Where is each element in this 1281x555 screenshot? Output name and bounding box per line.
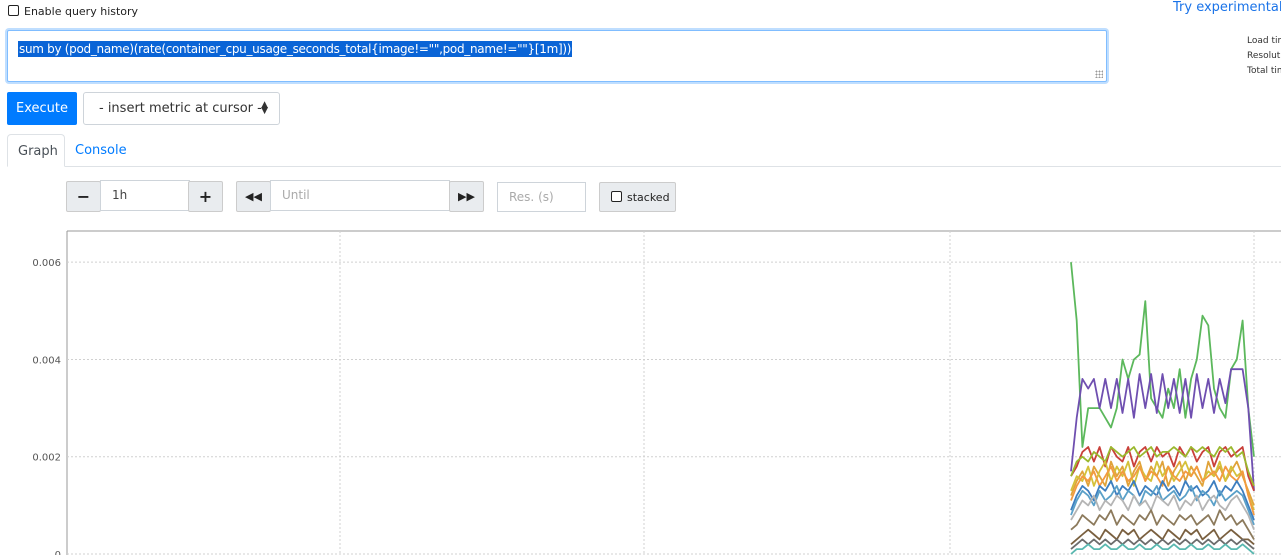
- y-tick-label: 0.004: [32, 355, 61, 366]
- series-line-10: [1070, 494, 1255, 531]
- series-line-1: [1070, 262, 1255, 457]
- y-tick-label: 0.002: [32, 453, 61, 464]
- resolution-input[interactable]: Res. (s): [497, 182, 586, 212]
- until-input[interactable]: Until: [270, 180, 450, 211]
- expression-text[interactable]: sum by (pod_name)(rate(container_cpu_usa…: [18, 41, 573, 57]
- execute-button[interactable]: Execute: [7, 92, 77, 125]
- tab-divider: [7, 166, 1281, 167]
- stacked-checkbox[interactable]: [611, 191, 622, 202]
- query-history-toggle[interactable]: Enable query history: [8, 5, 138, 18]
- select-arrows-icon: ▲ ▼: [261, 100, 268, 116]
- stacked-toggle[interactable]: stacked: [599, 182, 676, 212]
- expression-input[interactable]: sum by (pod_name)(rate(container_cpu_usa…: [7, 30, 1107, 82]
- range-input[interactable]: 1h: [100, 180, 190, 211]
- query-stats: Load tim Resoluti Total tim: [1247, 34, 1281, 79]
- insert-metric-select[interactable]: - insert metric at cursor - ▲ ▼: [83, 92, 280, 125]
- range-decrease-button[interactable]: −: [66, 181, 101, 212]
- insert-metric-label: - insert metric at cursor -: [99, 101, 262, 116]
- series-line-11: [1070, 509, 1255, 540]
- stacked-label: stacked: [627, 191, 670, 204]
- query-history-checkbox[interactable]: [8, 5, 19, 16]
- y-tick-label: 0.006: [32, 258, 61, 269]
- query-history-label: Enable query history: [24, 5, 139, 18]
- try-experimental-link[interactable]: Try experimental R: [1173, 0, 1281, 15]
- time-back-button[interactable]: ◀◀: [236, 181, 271, 212]
- tab-console[interactable]: Console: [75, 143, 127, 158]
- series-line-12: [1070, 528, 1255, 545]
- time-forward-button[interactable]: ▶▶: [449, 181, 484, 212]
- resolution-stat: Resoluti: [1247, 51, 1281, 61]
- series-line-14: [1070, 543, 1255, 555]
- resize-grip-icon[interactable]: [1095, 70, 1103, 78]
- total-time-stat: Total tim: [1247, 66, 1281, 76]
- range-increase-button[interactable]: +: [188, 181, 223, 212]
- tab-graph[interactable]: Graph: [7, 134, 65, 167]
- y-tick-label: 0: [55, 550, 61, 555]
- load-time-stat: Load tim: [1247, 36, 1281, 46]
- graph-chart: 0.006 0.004 0.002 0: [32, 230, 1281, 555]
